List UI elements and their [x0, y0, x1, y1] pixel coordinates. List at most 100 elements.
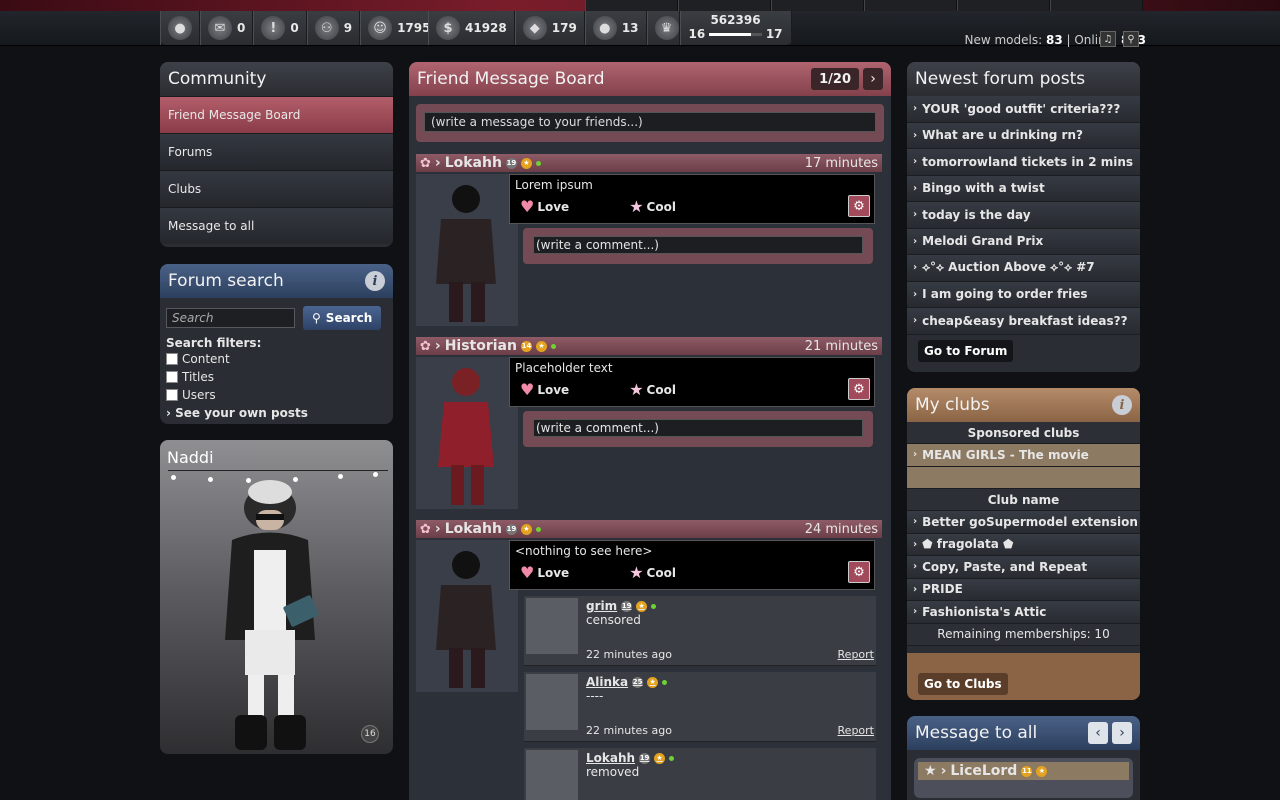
comment-author-name[interactable]: Alinka: [586, 675, 628, 689]
nav-friend-message-board[interactable]: Friend Message Board: [160, 96, 393, 133]
top-tab[interactable]: [771, 0, 864, 11]
post-avatar[interactable]: [416, 357, 518, 509]
next-page-icon[interactable]: ›: [863, 68, 883, 90]
settings-gear-icon[interactable]: ⚙: [848, 195, 870, 217]
board-title: Friend Message Board: [417, 69, 605, 89]
forum-post-item[interactable]: › tomorrowland tickets in 2 mins: [907, 149, 1140, 176]
pearl-stat[interactable]: ● 13: [584, 11, 647, 45]
coin-stat[interactable]: $41928: [428, 11, 515, 45]
forum-posts-list: › YOUR 'good outfit' criteria??? › What are…: [907, 96, 1140, 335]
search-button-label: Search: [325, 311, 373, 325]
checkbox[interactable]: [166, 353, 178, 365]
next-icon[interactable]: ›: [1112, 722, 1132, 744]
cool-button[interactable]: ★ Cool: [629, 197, 676, 216]
post-author[interactable]: Lokahh: [445, 521, 502, 537]
love-button[interactable]: ♥ Love: [520, 563, 569, 582]
settings-gear-icon[interactable]: ⚙: [848, 561, 870, 583]
nav-clubs[interactable]: Clubs: [160, 170, 393, 207]
nav-message-to-all[interactable]: Message to all: [160, 207, 393, 244]
smiley-stat[interactable]: ☺ 1795: [360, 11, 439, 45]
cool-button[interactable]: ★ Cool: [629, 563, 676, 582]
post-header: ✿ › Historian 14 ★ 21 minutes: [416, 337, 882, 355]
checkbox[interactable]: [166, 371, 178, 383]
search-icon[interactable]: ⚲: [1123, 31, 1139, 47]
filter-content[interactable]: Content: [166, 350, 387, 368]
cool-button[interactable]: ★ Cool: [629, 380, 676, 399]
top-tab[interactable]: [1050, 0, 1143, 11]
checkbox[interactable]: [166, 389, 178, 401]
club-item[interactable]: › ⬟ fragolata ⬟: [907, 533, 1140, 556]
filter-titles[interactable]: Titles: [166, 368, 387, 386]
profile-stat[interactable]: ●: [160, 11, 200, 45]
top-tab[interactable]: [678, 0, 771, 11]
comment-author-name[interactable]: Lokahh: [586, 751, 635, 765]
post-author[interactable]: Lokahh: [445, 155, 502, 171]
go-to-clubs-button[interactable]: Go to Clubs: [918, 673, 1008, 695]
diamond-stat[interactable]: ◆ 179: [514, 11, 585, 45]
sound-icon[interactable]: ♫: [1100, 31, 1116, 47]
nav-forums[interactable]: Forums: [160, 133, 393, 170]
report-link[interactable]: Report: [838, 724, 874, 737]
write-message-input[interactable]: (write a message to your friends...): [424, 112, 876, 132]
filter-users[interactable]: Users: [166, 386, 387, 404]
forum-post-item[interactable]: › Bingo with a twist: [907, 175, 1140, 202]
search-input[interactable]: Search: [166, 308, 295, 328]
own-posts-link[interactable]: › See your own posts: [166, 406, 387, 420]
report-link[interactable]: Report: [838, 648, 874, 661]
sponsored-club-empty: [907, 466, 1140, 489]
profile-avatar-panel[interactable]: Naddi 16: [160, 440, 393, 754]
comment-avatar[interactable]: [526, 598, 578, 654]
comment-author[interactable]: Alinka 25 ★: [586, 675, 668, 689]
post-author[interactable]: Historian: [445, 338, 517, 354]
love-button[interactable]: ♥ Love: [520, 197, 569, 216]
vip-star-icon: ★: [636, 600, 648, 612]
top-tab[interactable]: [957, 0, 1050, 11]
forum-post-title: tomorrowland tickets in 2 mins: [922, 154, 1134, 169]
forum-post-item[interactable]: › ⟡°⟡ Auction Above ⟡°⟡ #7: [907, 255, 1140, 282]
my-clubs-panel: My clubs i Sponsored clubs › MEAN GIRLS - …: [907, 388, 1140, 700]
comment-input[interactable]: (write a comment...): [533, 236, 863, 254]
love-button[interactable]: ♥ Love: [520, 380, 569, 399]
comment-input[interactable]: (write a comment...): [533, 419, 863, 437]
board-post: ✿ › Lokahh 19 ★ 17 minutes Lorem ipsum ♥ Lov…: [416, 154, 882, 329]
forum-post-item[interactable]: › cheap&easy breakfast ideas??: [907, 308, 1140, 335]
settings-gear-icon[interactable]: ⚙: [848, 378, 870, 400]
chevron-right-icon: ›: [913, 262, 918, 274]
forum-post-item[interactable]: › I am going to order fries: [907, 281, 1140, 308]
sponsored-clubs-label: Sponsored clubs: [907, 422, 1140, 444]
post-header: ✿ › Lokahh 19 ★ 17 minutes: [416, 154, 882, 172]
club-item[interactable]: › Fashionista's Attic: [907, 601, 1140, 624]
comment-avatar[interactable]: [526, 674, 578, 730]
top-tab[interactable]: [864, 0, 957, 11]
mail-stat[interactable]: ✉ 0: [200, 11, 254, 45]
forum-post-item[interactable]: › Melodi Grand Prix: [907, 228, 1140, 255]
friends-stat[interactable]: ⚇ 9: [306, 11, 361, 45]
club-item[interactable]: › PRIDE: [907, 578, 1140, 601]
info-icon[interactable]: i: [1112, 395, 1132, 415]
message-author[interactable]: LiceLord: [950, 763, 1017, 779]
level-progress[interactable]: 562396 16 17: [679, 11, 792, 45]
forum-post-item[interactable]: › What are u drinking rn?: [907, 122, 1140, 149]
club-item[interactable]: › Better goSupermodel extension: [907, 511, 1140, 534]
forum-post-item[interactable]: › today is the day: [907, 202, 1140, 229]
top-tab[interactable]: [585, 0, 678, 11]
club-item[interactable]: › Copy, Paste, and Repeat: [907, 556, 1140, 579]
go-to-forum-button[interactable]: Go to Forum: [918, 339, 1014, 362]
club-name: Copy, Paste, and Repeat: [922, 559, 1088, 574]
comment-author[interactable]: grim 19 ★: [586, 599, 657, 613]
level-bar-fill: [709, 32, 752, 36]
diamond-count: 179: [551, 21, 577, 35]
post-avatar[interactable]: [416, 540, 518, 692]
comment-author[interactable]: Lokahh 19 ★: [586, 751, 675, 765]
comment-author-name[interactable]: grim: [586, 599, 617, 613]
community-panel: Community Friend Message Board Forums Cl…: [160, 62, 393, 247]
forum-post-item[interactable]: › YOUR 'good outfit' criteria???: [907, 96, 1140, 123]
comment-avatar[interactable]: [526, 750, 578, 800]
info-icon[interactable]: i: [365, 271, 385, 291]
post-text: Placeholder text: [515, 361, 613, 375]
post-avatar[interactable]: [416, 174, 518, 326]
alert-stat[interactable]: ! 0: [253, 11, 307, 45]
search-button[interactable]: ⚲ Search: [303, 306, 382, 330]
sponsored-club-item[interactable]: › MEAN GIRLS - The movie: [907, 444, 1140, 467]
prev-icon[interactable]: ‹: [1088, 722, 1108, 744]
